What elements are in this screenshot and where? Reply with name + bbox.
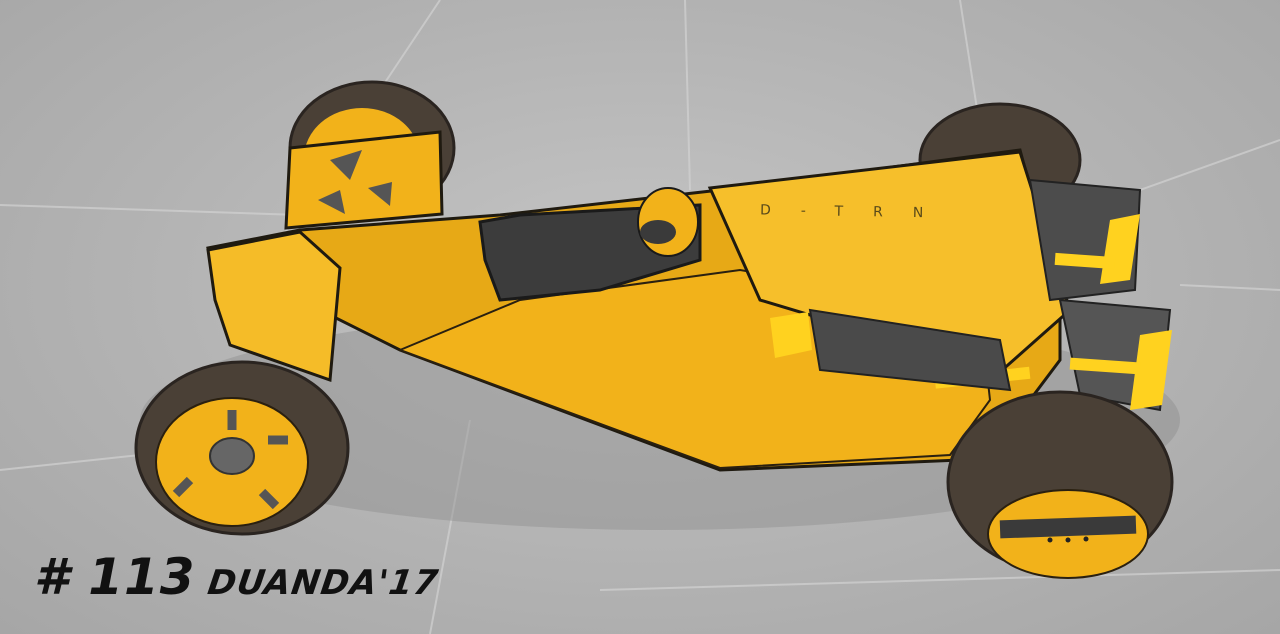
signature-number: # 113 bbox=[34, 548, 196, 606]
car-nose bbox=[206, 230, 342, 383]
artwork-canvas: D-TRN # 113 DUANDA'17 bbox=[0, 0, 1280, 634]
signature-name: DUANDA'17 bbox=[205, 563, 442, 603]
car-illustration bbox=[0, 0, 1280, 634]
driver-helmet bbox=[637, 187, 699, 257]
wheel-front-left bbox=[134, 360, 350, 536]
side-intake-light bbox=[770, 312, 812, 358]
rear-fin bbox=[284, 130, 444, 230]
wheel-front-right bbox=[946, 390, 1174, 579]
car-body-lettering: D-TRN bbox=[759, 202, 954, 222]
artist-signature: # 113 DUANDA'17 bbox=[34, 548, 442, 606]
